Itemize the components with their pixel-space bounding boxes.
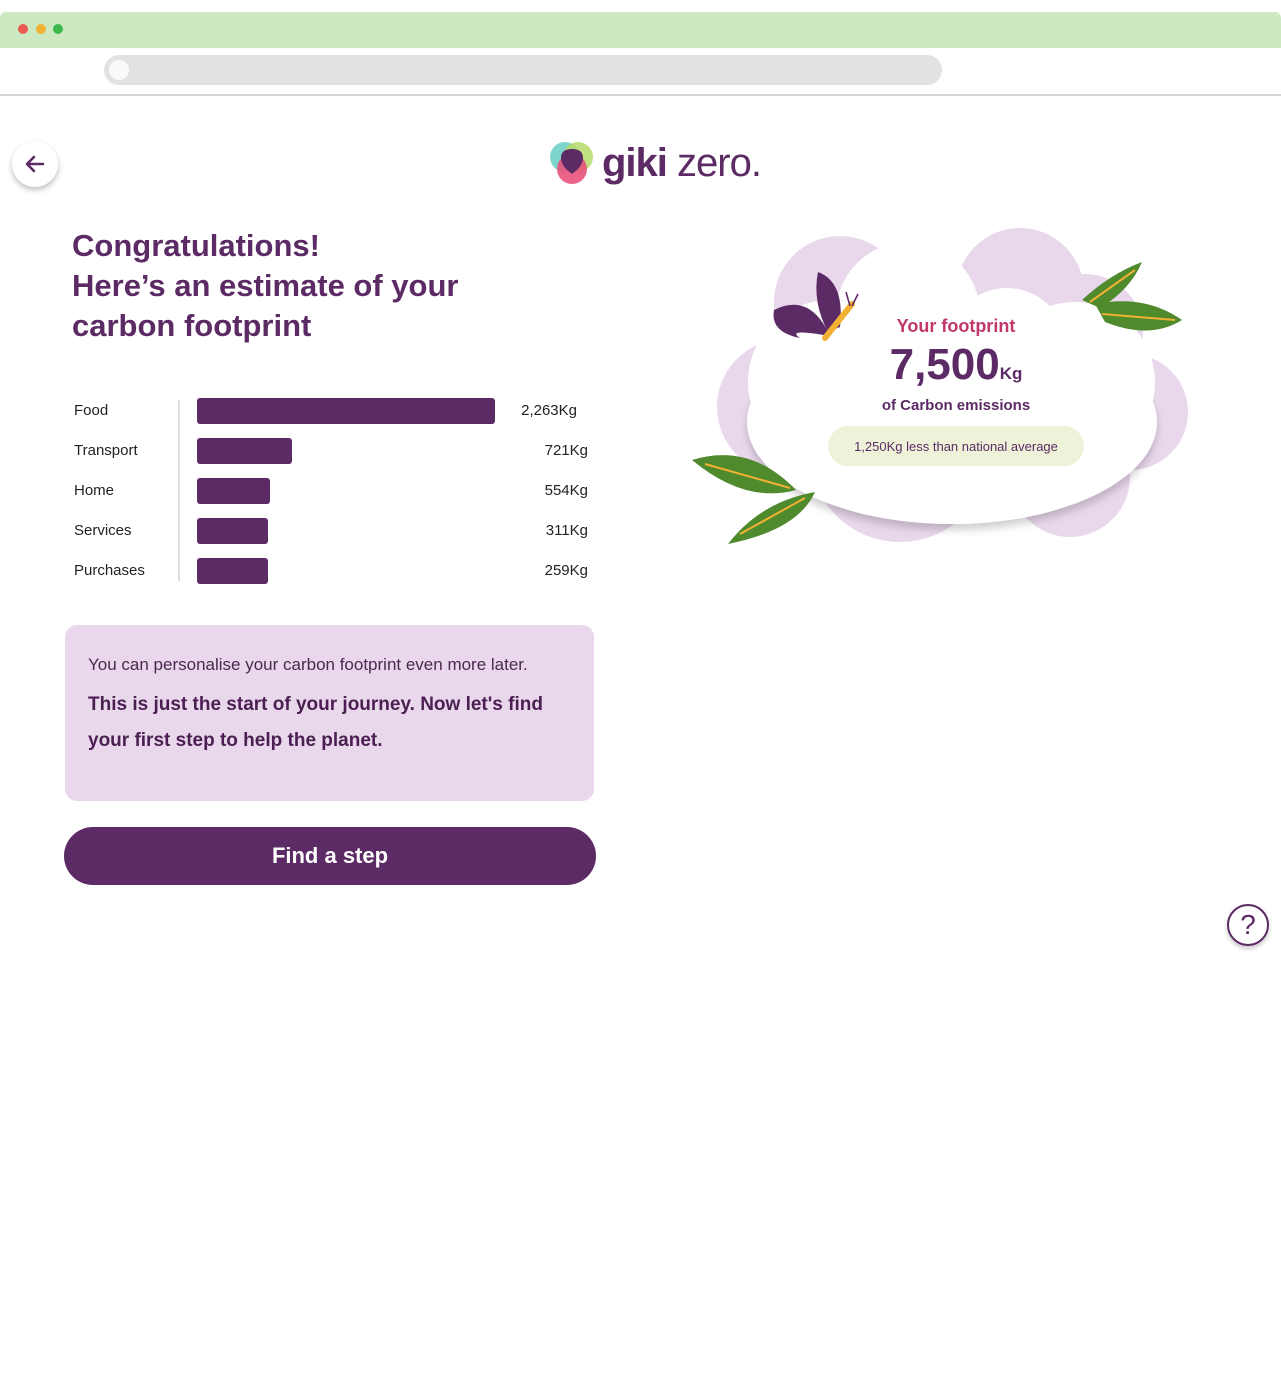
bar-food [197, 398, 495, 424]
chart-row-services: Services 311Kg [66, 518, 596, 544]
category-label: Purchases [74, 562, 145, 579]
arrow-left-icon [25, 155, 45, 173]
chart-row-purchases: Purchases 259Kg [66, 558, 596, 584]
back-button[interactable] [12, 141, 58, 187]
address-bar[interactable] [104, 55, 942, 85]
bar-services [197, 518, 268, 544]
chart-row-home: Home 554Kg [66, 478, 596, 504]
chart-row-transport: Transport 721Kg [66, 438, 596, 464]
value-label: 721Kg [544, 442, 588, 459]
info-panel: You can personalise your carbon footprin… [65, 625, 594, 801]
national-average-badge: 1,250Kg less than national average [828, 426, 1084, 466]
info-text: You can personalise your carbon footprin… [88, 655, 528, 674]
footprint-title: Your footprint [896, 316, 1016, 336]
site-info-icon[interactable] [109, 60, 129, 80]
maximize-window-icon[interactable] [53, 24, 63, 34]
bar-transport [197, 438, 292, 464]
category-label: Home [74, 482, 115, 499]
footprint-subtitle: of Carbon emissions [881, 397, 1031, 414]
value-label: 311Kg [545, 522, 588, 539]
close-window-icon[interactable] [18, 24, 28, 34]
category-label: Transport [74, 442, 138, 459]
bar-purchases [197, 558, 268, 584]
giki-zero-logo: giki zero. [548, 138, 762, 188]
bar-home [197, 478, 270, 504]
title-line-3: carbon footprint [72, 308, 312, 343]
value-label: 2,263Kg [521, 402, 577, 419]
logo-giki-text: giki [602, 140, 668, 185]
value-label: 554Kg [544, 482, 588, 499]
chart-row-food: Food 2,263Kg [66, 398, 596, 424]
category-label: Services [74, 522, 132, 539]
footprint-unit: Kg [999, 364, 1023, 383]
footprint-breakdown-chart: Food 2,263Kg Transport 721Kg Home 554Kg Servic… [66, 392, 596, 588]
footprint-value: 7,500 [889, 340, 1000, 389]
browser-toolbar [0, 48, 1281, 96]
page-title: Congratulations! Here’s an estimate of y… [72, 226, 552, 346]
find-a-step-button[interactable]: Find a step [64, 827, 596, 885]
title-line-1: Congratulations! [72, 228, 320, 263]
question-mark-icon: ? [1240, 909, 1256, 940]
footprint-total: 7,500Kg [836, 340, 1076, 390]
logo-wordmark: giki zero. [602, 140, 762, 186]
logo-zero-text: zero. [677, 140, 762, 185]
giki-logo-icon [550, 142, 593, 184]
help-button[interactable]: ? [1227, 904, 1269, 946]
info-emphasis-text: This is just the start of your journey. … [88, 694, 543, 751]
value-label: 259Kg [544, 562, 588, 579]
minimize-window-icon[interactable] [36, 24, 46, 34]
browser-titlebar [0, 12, 1281, 48]
title-line-2: Here’s an estimate of your [72, 268, 459, 303]
category-label: Food [74, 402, 109, 419]
